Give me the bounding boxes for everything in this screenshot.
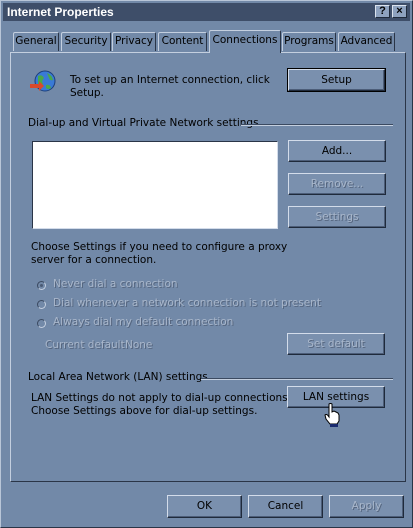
set-default-button-label: Set default <box>307 338 365 350</box>
remove-button-label: Remove... <box>310 178 364 190</box>
tab-label: Security <box>64 35 108 47</box>
current-default-label: Current default: <box>45 339 129 351</box>
radio-never-dial-label: Never dial a connection <box>53 278 178 290</box>
proxy-info-line1: Choose Settings if you need to configure… <box>31 241 288 253</box>
setup-button-label: Setup <box>321 74 352 86</box>
apply-button-label: Apply <box>351 500 382 512</box>
connections-panel: To set up an Internet connection, click … <box>10 52 406 482</box>
set-default-button[interactable]: Set default <box>287 333 385 355</box>
ok-button-label: OK <box>196 500 213 512</box>
tab-privacy[interactable]: Privacy <box>112 32 156 51</box>
connections-listbox[interactable] <box>32 141 278 229</box>
window-title: Internet Properties <box>7 5 114 19</box>
close-button[interactable]: × <box>392 5 407 18</box>
tab-label: Privacy <box>114 35 154 47</box>
setup-info-line2: Setup. <box>70 87 104 99</box>
tab-programs[interactable]: Programs <box>282 32 336 51</box>
cancel-button-label: Cancel <box>267 500 304 512</box>
tab-advanced[interactable]: Advanced <box>338 32 395 51</box>
proxy-info-line2: server for a connection. <box>31 254 157 266</box>
tab-security[interactable]: Security <box>61 32 111 51</box>
close-icon: × <box>396 5 403 17</box>
tab-label: Advanced <box>340 35 393 47</box>
tab-connections[interactable]: Connections <box>209 30 281 53</box>
add-button-label: Add... <box>321 145 353 157</box>
ok-button[interactable]: OK <box>167 495 242 518</box>
connection-globe-icon <box>28 69 58 95</box>
radio-dial-whenever-label: Dial whenever a network connection is no… <box>53 297 321 309</box>
tab-label: Content <box>161 35 204 47</box>
apply-button[interactable]: Apply <box>329 495 404 518</box>
remove-button[interactable]: Remove... <box>288 173 386 195</box>
title-bar[interactable]: Internet Properties ? × <box>3 3 410 21</box>
lan-group-divider <box>201 378 393 380</box>
radio-never-dial[interactable] <box>37 281 46 290</box>
dialup-group-label: Dial-up and Virtual Private Network sett… <box>28 117 259 129</box>
cancel-button[interactable]: Cancel <box>248 495 323 518</box>
tab-general[interactable]: General <box>13 32 59 51</box>
help-icon: ? <box>379 5 386 17</box>
radio-dial-whenever[interactable] <box>37 300 46 309</box>
lan-info-line1: LAN Settings do not apply to dial-up con… <box>31 392 291 404</box>
radio-always-dial-label: Always dial my default connection <box>53 316 234 328</box>
hand-pointer-icon <box>324 403 340 427</box>
current-default-value: None <box>125 339 153 351</box>
help-button[interactable]: ? <box>375 5 390 18</box>
internet-properties-window: Internet Properties ? × General Security… <box>0 0 413 528</box>
tab-label: Connections <box>212 34 278 46</box>
setup-button[interactable]: Setup <box>287 68 386 92</box>
tab-label: General <box>15 35 57 47</box>
settings-button[interactable]: Settings <box>288 206 386 228</box>
settings-button-label: Settings <box>315 211 359 223</box>
setup-info-line1: To set up an Internet connection, click <box>70 74 270 86</box>
lan-group-label: Local Area Network (LAN) settings <box>28 371 208 383</box>
dialup-group-divider <box>241 124 393 126</box>
tab-label: Programs <box>284 35 334 47</box>
lan-info-line2: Choose Settings above for dial-up settin… <box>31 405 258 417</box>
lan-settings-button-label: LAN settings <box>302 391 370 403</box>
tab-content[interactable]: Content <box>158 32 207 51</box>
add-button[interactable]: Add... <box>288 140 386 162</box>
radio-always-dial[interactable] <box>37 319 46 328</box>
